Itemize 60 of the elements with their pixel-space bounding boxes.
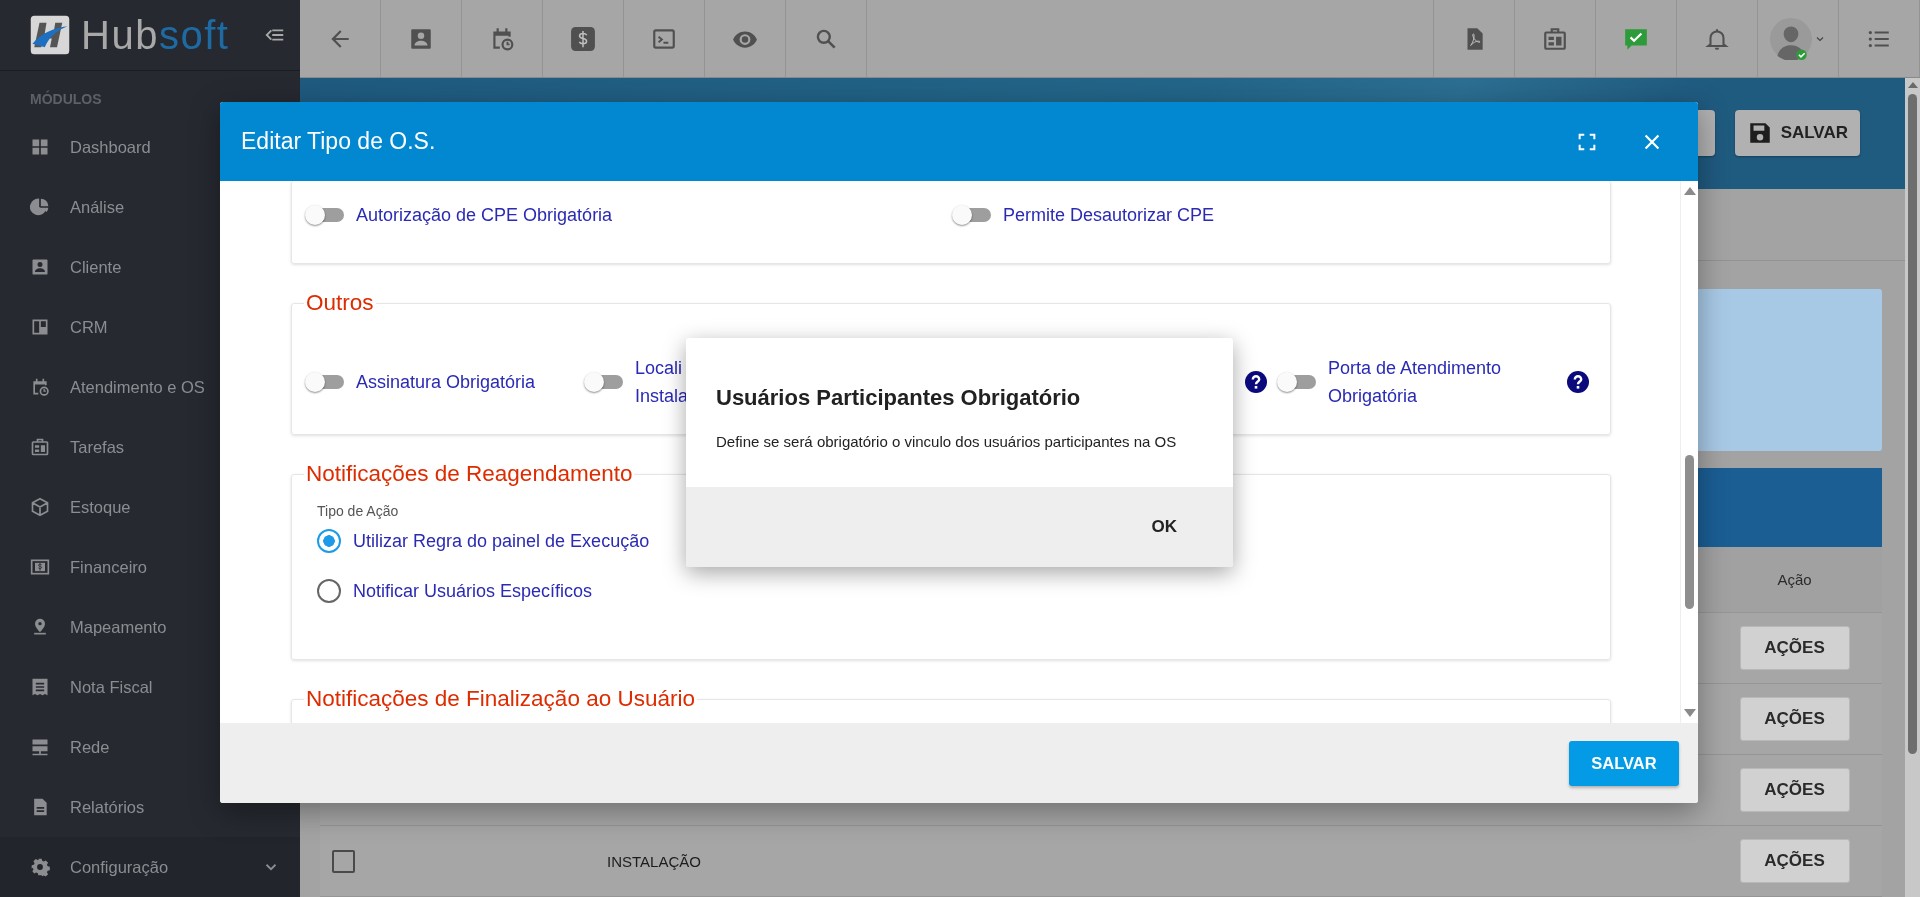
clipboard-icon: [1542, 25, 1568, 52]
contact-card-icon: [30, 257, 50, 277]
row-checkbox[interactable]: [332, 849, 355, 873]
sidebar-item[interactable]: Relatórios: [0, 777, 300, 837]
toggle-label: Assinatura Obrigatória: [356, 371, 536, 394]
sidebar-item[interactable]: Estoque: [0, 477, 300, 537]
actions-button[interactable]: AÇÕES: [1739, 768, 1850, 812]
actions-button[interactable]: AÇÕES: [1739, 626, 1850, 670]
server-icon: [30, 737, 50, 757]
toggle-label: Porta de Atendimento Obrigatória: [1328, 357, 1503, 408]
save-button[interactable]: SALVAR: [1569, 740, 1679, 786]
sidebar-item[interactable]: Nota Fiscal: [0, 657, 300, 717]
toggle-label: Locali Instala: [635, 357, 689, 408]
actions-button[interactable]: AÇÕES: [1739, 697, 1850, 741]
calendar-clock-icon: [30, 377, 50, 397]
sidebar-item[interactable]: CRM: [0, 297, 300, 357]
clipboard-icon: [30, 437, 50, 457]
toggle-label: Permite Desautorizar CPE: [1003, 204, 1215, 227]
toggle-switch[interactable]: [583, 371, 625, 393]
sidebar-item[interactable]: Cliente: [0, 237, 300, 297]
sidebar-item[interactable]: Análise: [0, 177, 300, 237]
table-cell: INSTALAÇÃO: [607, 852, 701, 870]
section-title: Notificações de Finalização ao Usuário: [305, 686, 696, 712]
gear-icon: [30, 857, 50, 877]
dialog-title: Usuários Participantes Obrigatório: [715, 384, 1082, 411]
sidebar-item[interactable]: Atendimento e OS: [0, 357, 300, 417]
board-icon: [30, 317, 50, 337]
save-button[interactable]: SALVAR: [1734, 110, 1860, 157]
page-scrollbar[interactable]: [1905, 78, 1920, 897]
radio-option[interactable]: Utilizar Regra do painel de Execução: [317, 527, 650, 555]
dollar-bill-icon: [30, 557, 50, 577]
radio-button[interactable]: [317, 529, 341, 553]
radio-option[interactable]: Notificar Usuários Específicos: [317, 577, 593, 605]
toggle-switch[interactable]: [951, 204, 993, 226]
sidebar-item[interactable]: Tarefas: [0, 417, 300, 477]
ok-button[interactable]: OK: [1135, 509, 1193, 545]
logo-text: Hubsoft: [81, 12, 230, 58]
sidebar-item[interactable]: Mapeamento: [0, 597, 300, 657]
toggle-label: Autorização de CPE Obrigatória: [356, 204, 613, 227]
section-title: Notificações de Reagendamento: [305, 461, 634, 487]
radio-button[interactable]: [317, 579, 341, 603]
section-title: Outros: [305, 290, 375, 316]
grid-icon: [30, 137, 50, 157]
sidebar-item[interactable]: Financeiro: [0, 537, 300, 597]
modal-title: Editar Tipo de O.S.: [241, 128, 437, 155]
logo-icon: [29, 14, 71, 56]
receipt-icon: [30, 677, 50, 697]
actions-button[interactable]: AÇÕES: [1739, 839, 1850, 883]
pie-chart-icon: [30, 197, 50, 217]
dialog-message: Define se será obrigatório o vinculo dos usuários participantes na OS: [715, 432, 1178, 452]
toggle-switch[interactable]: [1276, 371, 1318, 393]
sidebar-item[interactable]: Rede: [0, 717, 300, 777]
field-label: Tipo de Ação: [317, 503, 399, 519]
column-header: Ação: [1776, 570, 1813, 590]
cube-icon: [30, 497, 50, 517]
toggle-switch[interactable]: [304, 204, 346, 226]
dollar-icon: [570, 25, 596, 52]
modal-scrollbar[interactable]: [1680, 181, 1698, 723]
avatar-icon: [1770, 17, 1812, 60]
toggle-switch[interactable]: [304, 371, 346, 393]
